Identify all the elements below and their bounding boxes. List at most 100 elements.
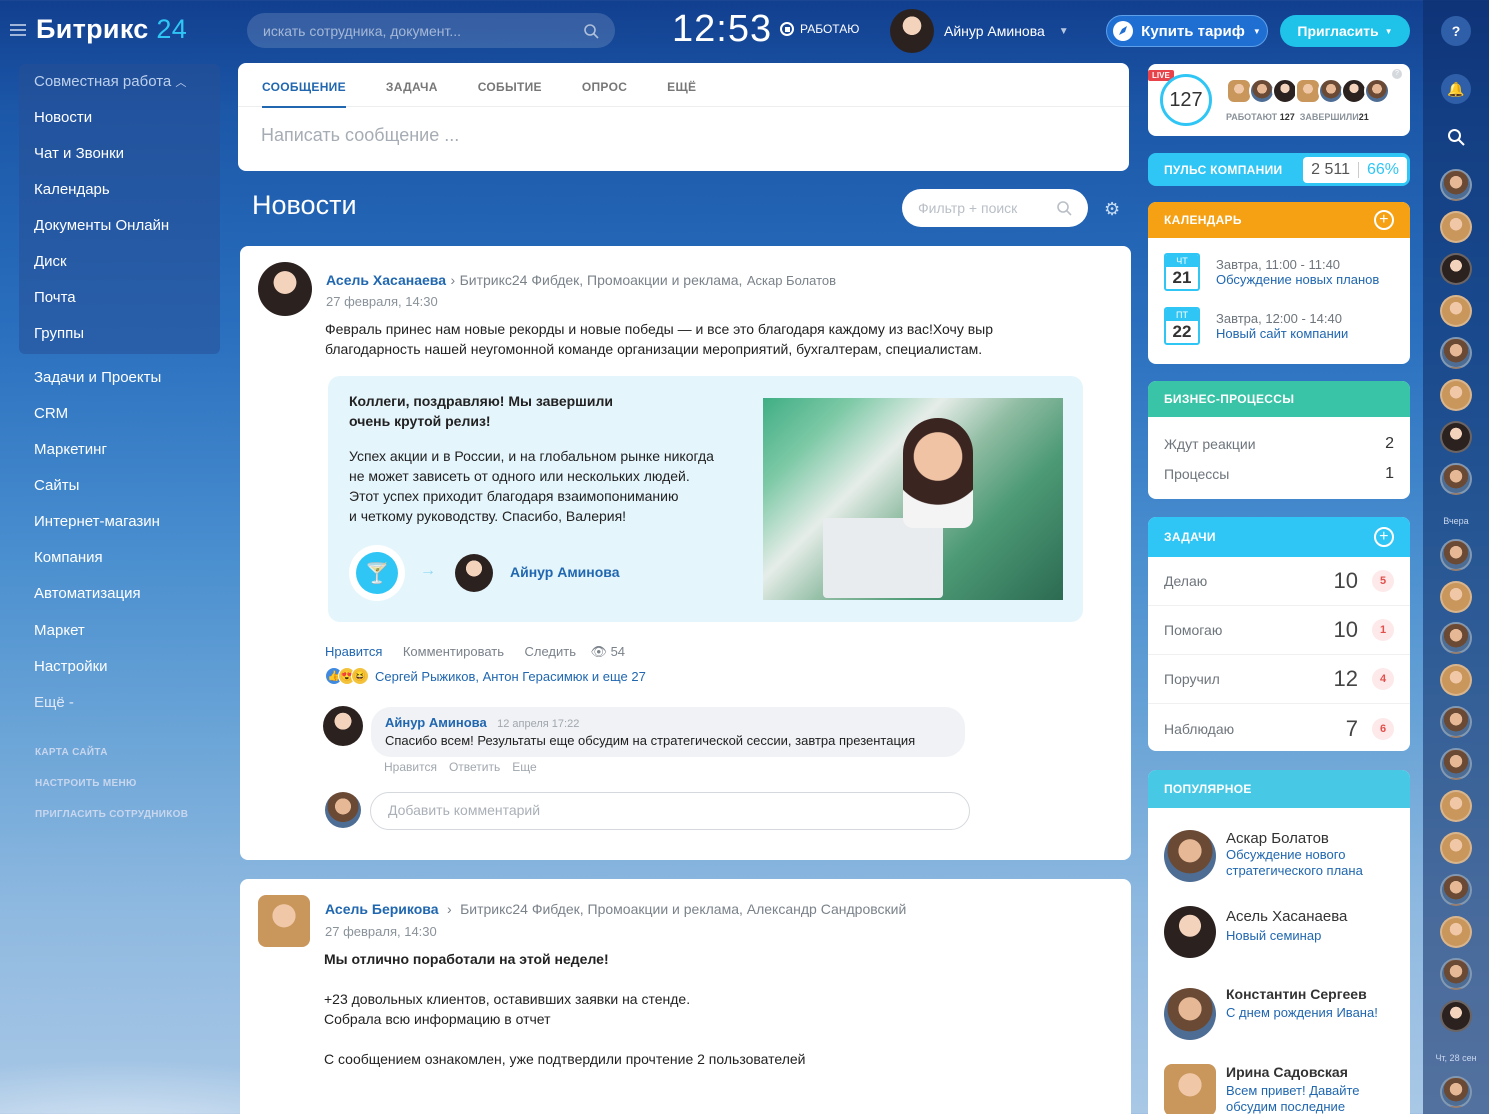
user-menu[interactable]: Айнур Аминова ▼ — [890, 9, 1069, 53]
tab-event[interactable]: СОБЫТИЕ — [478, 80, 542, 106]
comment-reply-button[interactable]: Ответить — [449, 760, 500, 774]
calendar-event[interactable]: ЧТ 21 Завтра, 11:00 - 11:40 Обсуждение нов… — [1148, 246, 1410, 298]
sidebar-item-automation[interactable]: Автоматизация — [34, 585, 141, 602]
message-input[interactable]: Написать сообщение ... — [238, 107, 1129, 164]
sidebar-item-more[interactable]: Ещё - — [34, 694, 74, 711]
popular-item[interactable]: Ирина Садовская Всем привет! Давайте обсуд… — [1148, 1064, 1410, 1114]
chat-avatar[interactable] — [1440, 337, 1472, 369]
post-recipients[interactable]: Битрикс24 Фибдек, Промоакции и реклама, — [460, 272, 743, 288]
task-row-doing[interactable]: Делаю 10 5 — [1148, 557, 1410, 606]
work-status[interactable]: РАБОТАЮ — [780, 22, 859, 36]
sidebar-item-groups[interactable]: Группы — [34, 325, 84, 342]
comment-like-button[interactable]: Нравится — [384, 760, 437, 774]
event-title[interactable]: Новый сайт компании — [1216, 326, 1348, 341]
post-date[interactable]: 27 февраля, 14:30 — [326, 294, 438, 309]
company-pulse-widget[interactable]: ПУЛЬС КОМПАНИИ 2 511 66% — [1148, 153, 1410, 186]
chat-avatar[interactable] — [1440, 622, 1472, 654]
chat-avatar[interactable] — [1440, 253, 1472, 285]
post-recipients[interactable]: Битрикс24 Фибдек, Промоакции и реклама, … — [460, 901, 906, 917]
task-row-assigned[interactable]: Поручил 12 4 — [1148, 655, 1410, 704]
chat-avatar[interactable] — [1440, 539, 1472, 571]
chat-avatar[interactable] — [1440, 421, 1472, 453]
sidebar-item-sites[interactable]: Сайты — [34, 477, 79, 494]
chat-avatar[interactable] — [1440, 958, 1472, 990]
bp-row-processes[interactable]: Процессы 1 — [1148, 459, 1410, 489]
sidebar-item-tasks[interactable]: Задачи и Проекты — [34, 369, 161, 386]
popular-text[interactable]: Всем привет! Давайте — [1226, 1083, 1360, 1099]
event-title[interactable]: Обсуждение новых планов — [1216, 272, 1379, 287]
chat-avatar[interactable] — [1440, 748, 1472, 780]
commenter-avatar[interactable] — [323, 706, 363, 746]
sidebar-item-chat[interactable]: Чат и Звонки — [34, 145, 124, 162]
popular-text[interactable]: обсудим последние — [1226, 1099, 1360, 1114]
sidebar-item-marketing[interactable]: Маркетинг — [34, 441, 107, 458]
author-avatar[interactable] — [258, 895, 310, 947]
logo[interactable]: Битрикс 24 — [10, 14, 187, 45]
popular-text[interactable]: стратегического плана — [1226, 863, 1363, 879]
buy-plan-button[interactable]: Купить тариф ▼ — [1106, 15, 1268, 47]
chat-avatar[interactable] — [1440, 832, 1472, 864]
popular-text[interactable]: С днем рождения Ивана! — [1226, 1005, 1378, 1021]
comment-author[interactable]: Айнур Аминова — [385, 715, 487, 730]
post-recipient-extra[interactable]: Аскар Болатов — [747, 273, 836, 288]
sidebar-item-market[interactable]: Маркет — [34, 622, 85, 639]
chat-avatar[interactable] — [1440, 1076, 1472, 1108]
tab-more[interactable]: ЕЩЁ — [667, 80, 696, 106]
add-task-icon[interactable]: + — [1374, 527, 1394, 547]
card-recipient[interactable]: Айнур Аминова — [510, 564, 620, 580]
popular-item[interactable]: Асель Хасанаева Новый семинар — [1148, 906, 1410, 986]
comment-more-button[interactable]: Еще — [512, 760, 536, 774]
tab-task[interactable]: ЗАДАЧА — [386, 80, 438, 106]
sidebar-group-title[interactable]: Совместная работа ︿ — [34, 73, 186, 90]
chat-avatar[interactable] — [1440, 916, 1472, 948]
post-photo[interactable] — [763, 398, 1063, 600]
reactions[interactable]: 👍 😍 😆 Сергей Рыжиков, Антон Герасимюк и … — [325, 667, 646, 685]
chat-avatar[interactable] — [1440, 1000, 1472, 1032]
task-row-watching[interactable]: Наблюдаю 7 6 — [1148, 704, 1410, 751]
sidebar-item-company[interactable]: Компания — [34, 549, 103, 566]
recipient-avatar[interactable] — [455, 554, 493, 592]
popular-text[interactable]: Обсуждение нового — [1226, 847, 1363, 863]
calendar-event[interactable]: ПТ 22 Завтра, 12:00 - 14:40 Новый сайт ком… — [1148, 300, 1410, 352]
chat-avatar[interactable] — [1440, 664, 1472, 696]
chat-avatar[interactable] — [1440, 706, 1472, 738]
search-input[interactable]: искать сотрудника, документ... — [247, 13, 615, 48]
presence-widget[interactable]: LIVE 127 РАБОТАЮТ 127 ЗАВЕРШИЛИ21 ? — [1148, 64, 1410, 136]
help-icon[interactable]: ? — [1392, 69, 1402, 79]
bell-icon[interactable]: 🔔 — [1441, 74, 1471, 104]
author-avatar[interactable] — [258, 262, 312, 316]
popular-text[interactable]: Новый семинар — [1226, 928, 1347, 944]
sidebar-item-crm[interactable]: CRM — [34, 405, 68, 422]
chat-avatar[interactable] — [1440, 169, 1472, 201]
chat-avatar[interactable] — [1440, 379, 1472, 411]
chat-avatar[interactable] — [1440, 463, 1472, 495]
search-icon[interactable] — [583, 23, 599, 39]
bp-row-awaiting[interactable]: Ждут реакции 2 — [1148, 429, 1410, 459]
help-icon[interactable]: ? — [1441, 16, 1471, 46]
tab-message[interactable]: СООБЩЕНИЕ — [262, 80, 346, 108]
comment-input[interactable]: Добавить комментарий — [370, 792, 970, 830]
filter-search-input[interactable]: Фильтр + поиск — [902, 189, 1088, 227]
popular-item[interactable]: Константин Сергеев С днем рождения Ивана! — [1148, 986, 1410, 1064]
sitemap-link[interactable]: КАРТА САЙТА — [35, 747, 108, 758]
chat-avatar[interactable] — [1440, 295, 1472, 327]
sidebar-item-calendar[interactable]: Календарь — [34, 181, 110, 198]
invite-button[interactable]: Пригласить ▼ — [1280, 15, 1410, 47]
likers-list[interactable]: Сергей Рыжиков, Антон Герасимюк и еще 27 — [375, 669, 646, 684]
gear-icon[interactable]: ⚙ — [1104, 199, 1120, 220]
post-date[interactable]: 27 февраля, 14:30 — [325, 924, 437, 939]
sidebar-item-mail[interactable]: Почта — [34, 289, 76, 306]
tab-poll[interactable]: ОПРОС — [582, 80, 627, 106]
menu-icon[interactable] — [10, 23, 26, 36]
comment-button[interactable]: Комментировать — [403, 644, 504, 659]
sidebar-item-settings[interactable]: Настройки — [34, 658, 108, 675]
follow-button[interactable]: Следить — [524, 644, 576, 659]
sidebar-item-news[interactable]: Новости — [34, 109, 92, 126]
invite-employees-link[interactable]: ПРИГЛАСИТЬ СОТРУДНИКОВ — [35, 809, 188, 820]
post-author[interactable]: Асель Берикова — [325, 901, 438, 917]
sidebar-item-disk[interactable]: Диск — [34, 253, 67, 270]
sidebar-item-docs[interactable]: Документы Онлайн — [34, 217, 169, 234]
search-icon[interactable] — [1441, 122, 1471, 152]
chat-avatar[interactable] — [1440, 581, 1472, 613]
post-author[interactable]: Асель Хасанаева — [326, 272, 446, 288]
